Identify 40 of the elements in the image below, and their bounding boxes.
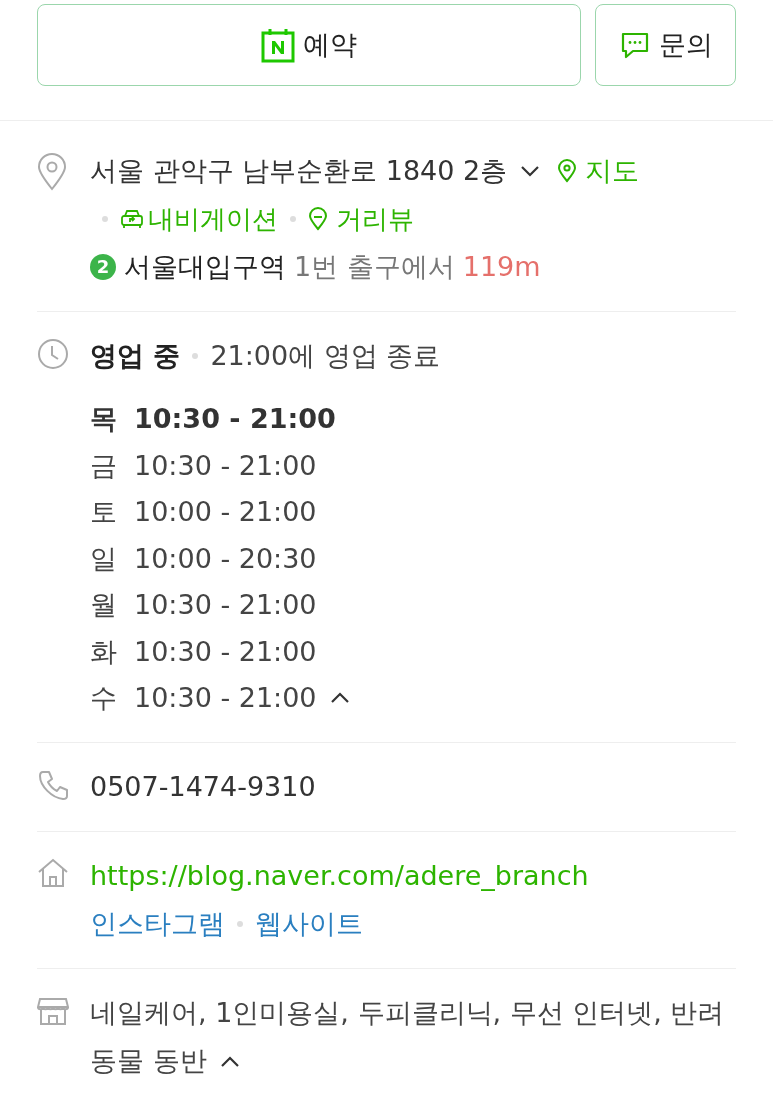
weekday-label: 일: [90, 541, 118, 576]
website-link[interactable]: https://blog.naver.com/adere_branch: [90, 851, 736, 900]
calendar-n-icon: [261, 27, 295, 63]
map-link[interactable]: 지도: [557, 147, 640, 195]
weekday-label: 화: [90, 634, 118, 669]
booking-button[interactable]: 예약: [37, 4, 581, 86]
weekday-label: 토: [90, 495, 118, 529]
amenities-toggle[interactable]: 네일케어, 1인미용실, 두피클리닉, 무선 인터넷, 반려동물 동반: [90, 988, 736, 1085]
station-name: 서울대입구역: [124, 250, 286, 284]
pin-icon: [308, 207, 328, 231]
hours-time: 10:00 - 20:30: [134, 541, 317, 576]
location-pin-icon: [37, 153, 67, 191]
phone-number: 0507-1474-9310: [90, 769, 317, 804]
open-status: 영업 중: [90, 339, 181, 373]
hours-time: 10:30 - 21:00: [134, 402, 336, 436]
address-text: 서울 관악구 남부순환로 1840 2층: [90, 154, 508, 188]
home-icon: [37, 857, 69, 888]
closing-time: 21:00에 영업 종료: [210, 339, 441, 373]
distance-text: 119m: [462, 250, 541, 284]
inquiry-button[interactable]: 문의: [595, 4, 736, 86]
hours-time: 10:00 - 21:00: [134, 495, 317, 529]
exit-text: 1번 출구에서: [294, 250, 455, 284]
pin-icon: [557, 159, 578, 183]
street-view-link[interactable]: 거리뷰: [308, 195, 414, 243]
social-link[interactable]: 인스타그램: [90, 899, 225, 948]
car-icon: [120, 208, 144, 230]
weekday-label: 목: [90, 402, 118, 436]
phone-icon: [37, 768, 69, 801]
weekday-label: 금: [90, 448, 118, 483]
hours-time: 10:30 - 21:00: [134, 448, 317, 483]
navigation-link[interactable]: 내비게이션: [120, 195, 278, 243]
hours-time: 10:30 - 21:00: [134, 588, 317, 622]
social-link[interactable]: 웹사이트: [255, 899, 363, 948]
hours-time: 10:30 - 21:00: [134, 634, 317, 669]
weekday-label: 수: [90, 681, 118, 715]
weekday-label: 월: [90, 588, 118, 622]
expand-chevron-icon[interactable]: [519, 164, 542, 178]
hours-time: 10:30 - 21:00: [134, 681, 317, 715]
clock-icon: [37, 338, 69, 370]
subway-line-badge: 2: [90, 254, 116, 280]
